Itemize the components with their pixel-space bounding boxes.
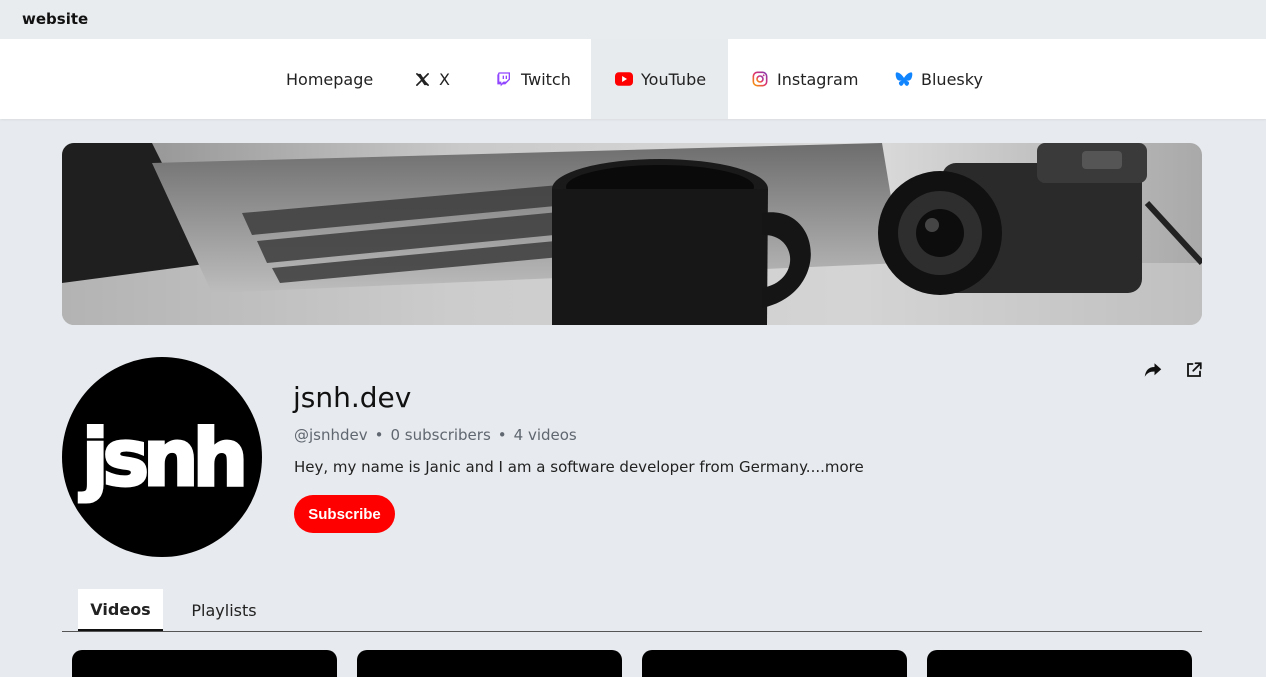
nav-label: Bluesky [921,69,983,89]
channel-tabs: Videos Playlists [62,589,1202,632]
subscriber-count: 0 subscribers [390,426,491,444]
video-card[interactable] [927,650,1192,677]
nav-label: X [439,69,450,89]
nav-label: YouTube [641,69,707,89]
bluesky-icon [895,70,913,88]
tab-playlists[interactable]: Playlists [178,589,270,631]
video-card[interactable] [72,650,337,677]
nav-label: Instagram [777,69,859,89]
channel-banner [62,143,1202,325]
top-bar: website [0,0,1266,39]
subscribe-button[interactable]: Subscribe [294,495,395,533]
separator-dot: • [497,426,507,444]
nav-bluesky[interactable]: Bluesky [895,39,983,119]
channel-meta: @jsnhdev • 0 subscribers • 4 videos [294,426,577,444]
x-logo-icon [413,70,431,88]
nav-youtube[interactable]: YouTube [591,39,728,119]
twitch-icon [495,70,513,88]
nav-label: Homepage [286,69,374,89]
nav-homepage[interactable]: Homepage [286,39,373,119]
share-icon[interactable] [1143,360,1163,380]
channel-name: jsnh.dev [293,381,412,414]
more-link[interactable]: ...more [811,458,864,476]
tab-videos[interactable]: Videos [78,589,163,631]
video-card[interactable] [642,650,907,677]
video-count: 4 videos [513,426,577,444]
avatar-text: jsnh [79,414,243,504]
external-link-icon[interactable] [1184,360,1204,380]
nav-label: Twitch [521,69,571,89]
separator-dot: • [374,426,384,444]
channel-avatar[interactable]: jsnh [62,357,262,557]
channel-handle: @jsnhdev [294,426,368,444]
video-card[interactable] [357,650,622,677]
youtube-icon [615,70,633,88]
instagram-icon [751,70,769,88]
channel-description: Hey, my name is Janic and I am a softwar… [294,458,864,476]
nav-instagram[interactable]: Instagram [751,39,858,119]
description-text: Hey, my name is Janic and I am a softwar… [294,458,811,476]
nav-twitch[interactable]: Twitch [495,39,571,119]
main-nav: Homepage X Twitch YouTube Instagram Blue… [0,39,1266,119]
nav-x[interactable]: X [413,39,450,119]
site-brand[interactable]: website [22,10,88,28]
